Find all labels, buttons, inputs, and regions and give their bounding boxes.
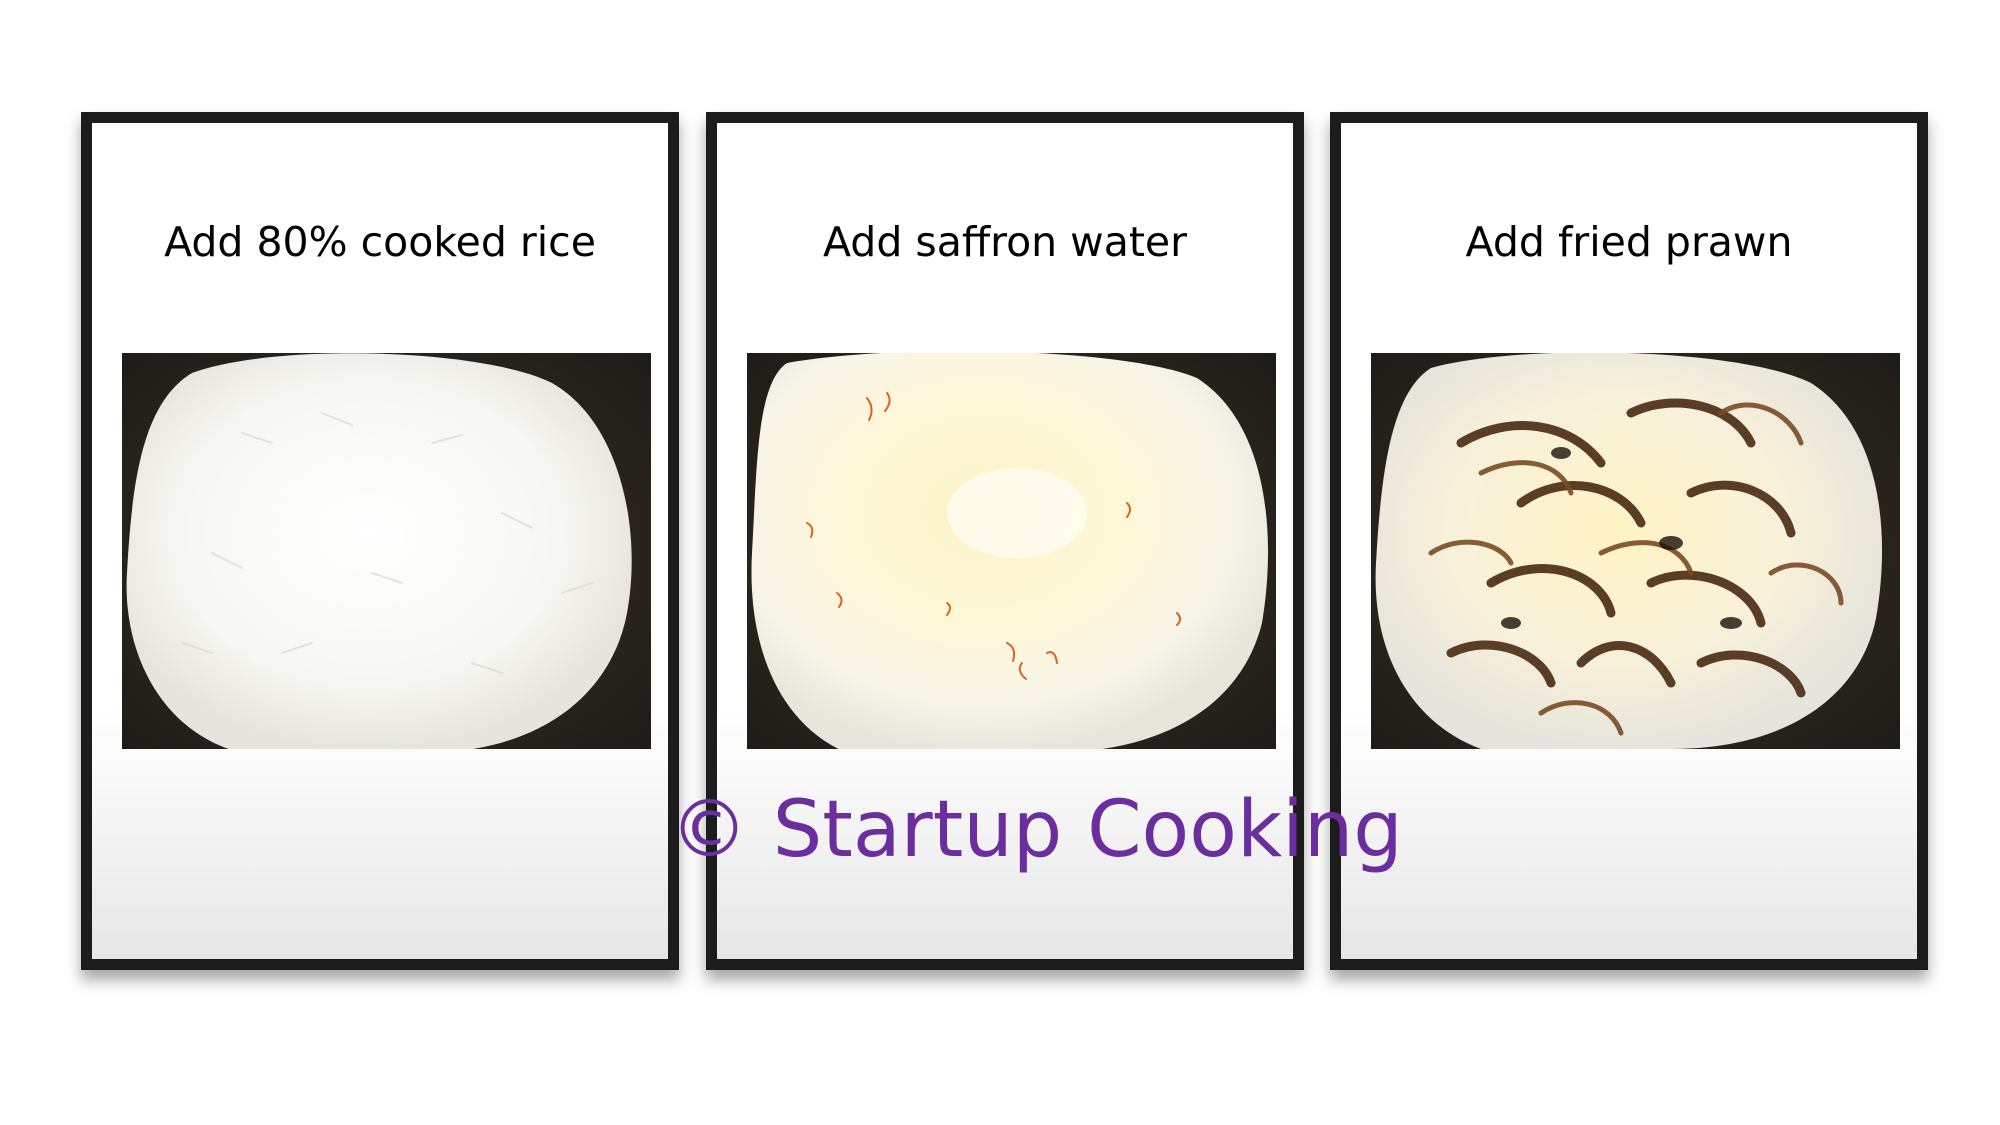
step-caption: Add saffron water <box>822 218 1187 266</box>
copyright-watermark: © Startup Cooking <box>670 785 1403 875</box>
recipe-steps-slide: Add 80% cooked rice Add saffron water Ad… <box>0 0 2000 1125</box>
step-card-3: Add fried prawn <box>1330 112 1928 970</box>
saffron-rice-photo <box>747 353 1276 749</box>
step-card-1: Add 80% cooked rice <box>81 112 679 970</box>
step-caption: Add fried prawn <box>1465 218 1793 266</box>
fried-topping-photo <box>1371 353 1900 749</box>
cooked-rice-photo <box>122 353 651 749</box>
step-caption: Add 80% cooked rice <box>164 218 596 266</box>
